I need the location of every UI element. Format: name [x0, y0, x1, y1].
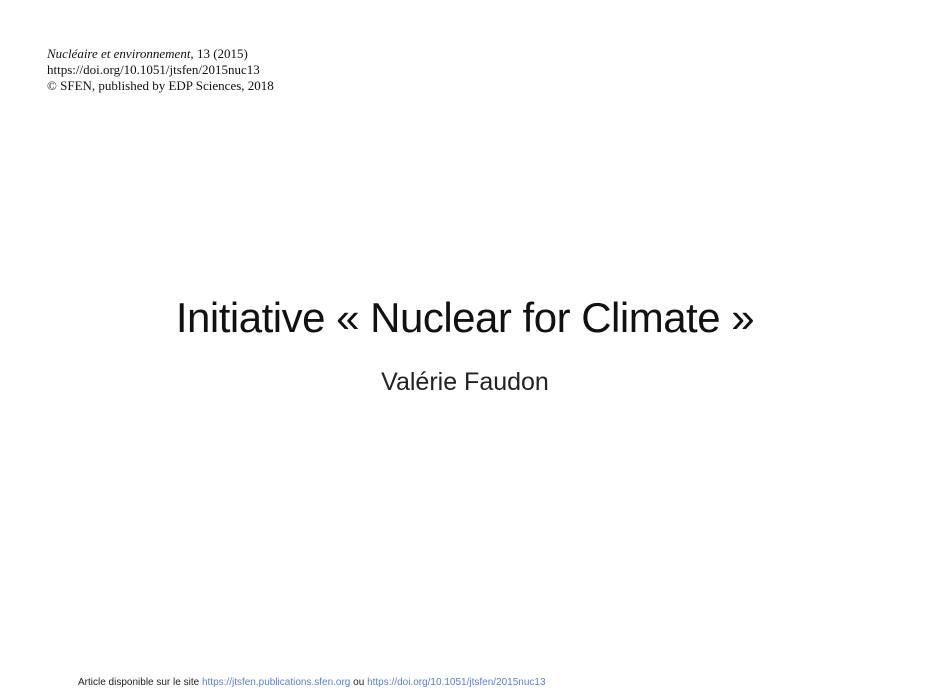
journal-name: Nucléaire et environnement,	[47, 46, 194, 61]
footer-separator: ou	[350, 677, 368, 688]
journal-line: Nucléaire et environnement, 13 (2015)	[47, 46, 274, 62]
copyright-line: © SFEN, published by EDP Sciences, 2018	[47, 78, 274, 93]
footer-link-sfen[interactable]: https://jtsfen.publications.sfen.org	[202, 677, 350, 688]
footer-note: Article disponible sur le site https://j…	[78, 676, 546, 689]
doi-line: https://doi.org/10.1051/jtsfen/2015nuc13	[47, 62, 260, 77]
footer-link-doi[interactable]: https://doi.org/10.1051/jtsfen/2015nuc13	[367, 677, 545, 688]
slide-title: Initiative « Nuclear for Climate »	[175, 294, 755, 341]
volume-year: 13 (2015)	[193, 46, 248, 61]
footer-prefix: Article disponible sur le site	[78, 677, 202, 688]
citation-header: Nucléaire et environnement, 13 (2015) ht…	[47, 46, 274, 94]
slide-author: Valérie Faudon	[381, 368, 549, 396]
